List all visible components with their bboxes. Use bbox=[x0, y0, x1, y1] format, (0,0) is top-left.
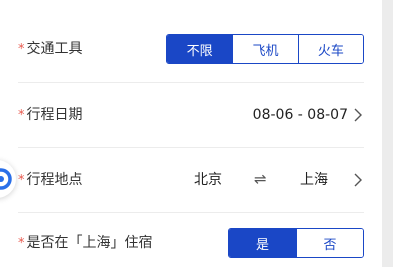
dates-row[interactable]: * 行程日期 08-06 - 08-07 bbox=[18, 83, 364, 147]
required-mark: * bbox=[18, 108, 25, 123]
transport-label: * 交通工具 bbox=[18, 40, 83, 59]
transport-option-plane[interactable]: 飞机 bbox=[232, 35, 298, 63]
transport-option-train[interactable]: 火车 bbox=[297, 35, 363, 63]
chevron-right-icon[interactable] bbox=[352, 108, 364, 122]
dates-value[interactable]: 08-06 - 08-07 bbox=[253, 106, 348, 124]
swap-arrows-icon[interactable]: ⇌ bbox=[254, 170, 267, 188]
transport-segmented-control: 不限 飞机 火车 bbox=[166, 34, 364, 64]
places-label-text: 行程地点 bbox=[26, 172, 83, 188]
stay-label: * 是否在「上海」住宿 bbox=[18, 234, 153, 253]
required-mark: * bbox=[18, 42, 25, 57]
travel-form-card: * 交通工具 不限 飞机 火车 * 行程日期 08-06 - 08-07 * 行程地点 bbox=[0, 0, 382, 267]
place-to[interactable]: 上海 bbox=[300, 171, 328, 189]
transport-row: * 交通工具 不限 飞机 火车 bbox=[18, 0, 364, 82]
places-row: * 行程地点 北京 ⇌ 上海 bbox=[18, 148, 364, 212]
chevron-right-icon[interactable] bbox=[352, 173, 364, 187]
transport-label-text: 交通工具 bbox=[26, 41, 83, 57]
assistant-badge-icon bbox=[0, 168, 12, 190]
required-mark: * bbox=[18, 236, 25, 251]
required-mark: * bbox=[18, 173, 25, 188]
stay-row: * 是否在「上海」住宿 是 否 bbox=[18, 213, 364, 267]
transport-option-any[interactable]: 不限 bbox=[167, 35, 233, 63]
place-from[interactable]: 北京 bbox=[194, 171, 222, 189]
stay-option-yes[interactable]: 是 bbox=[229, 229, 296, 257]
stay-label-text: 是否在「上海」住宿 bbox=[26, 235, 153, 251]
dates-label-text: 行程日期 bbox=[26, 107, 83, 123]
places-label: * 行程地点 bbox=[18, 171, 83, 190]
dates-label: * 行程日期 bbox=[18, 106, 83, 125]
stay-segmented-control: 是 否 bbox=[228, 228, 364, 258]
travel-form-page: * 交通工具 不限 飞机 火车 * 行程日期 08-06 - 08-07 * 行程地点 bbox=[0, 0, 393, 267]
stay-option-no[interactable]: 否 bbox=[296, 229, 363, 257]
